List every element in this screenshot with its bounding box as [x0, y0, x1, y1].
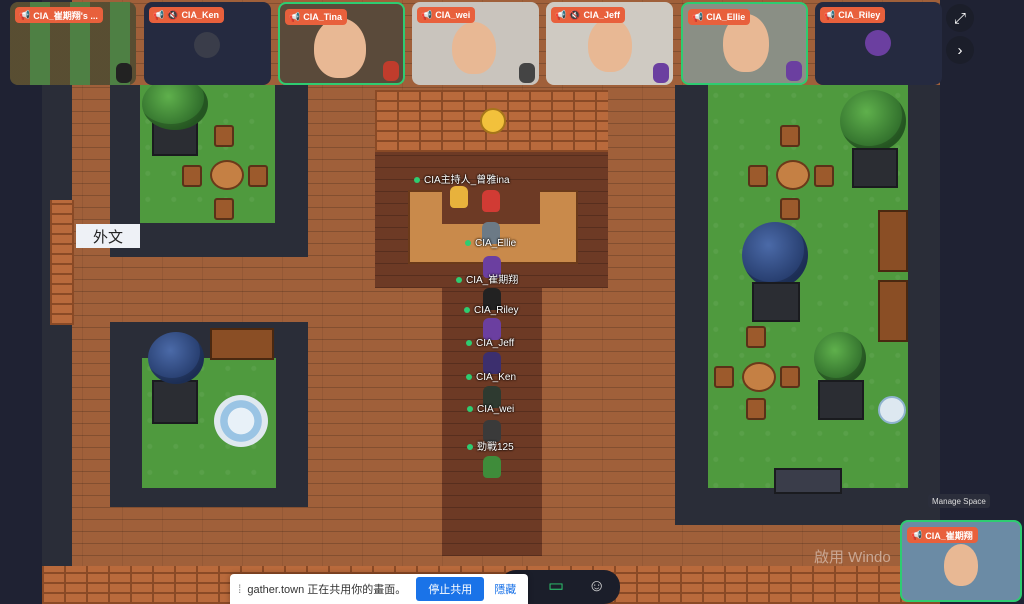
avatar[interactable] — [483, 318, 501, 340]
participant-tile[interactable]: 📢 CIA_Riley — [815, 2, 942, 85]
avatar — [865, 30, 891, 56]
participant-name-tag: 📢 CIA_崔期翔's ... — [15, 7, 103, 23]
participant-name-tag: 📢 CIA_Ellie — [688, 9, 751, 25]
avatar — [383, 61, 399, 81]
chair — [248, 165, 268, 187]
avatar[interactable] — [483, 352, 501, 374]
avatar — [519, 63, 535, 83]
megaphone-icon: 📢 — [824, 9, 836, 20]
tree — [148, 332, 204, 384]
megaphone-icon: 📢 — [421, 9, 433, 20]
avatar — [653, 63, 669, 83]
windows-watermark: 啟用 Windo — [814, 549, 891, 566]
avatar-label: 勁戰125 — [467, 438, 514, 453]
chair — [780, 125, 800, 147]
participant-tile[interactable]: 📢 CIA_Ellie — [681, 2, 808, 85]
participant-name-tag: 📢 CIA_wei — [417, 7, 476, 23]
chair — [214, 198, 234, 220]
tree — [742, 222, 808, 288]
avatar[interactable] — [482, 190, 500, 212]
manage-space-tooltip[interactable]: Manage Space — [928, 494, 990, 508]
chevron-right-icon[interactable]: › — [946, 36, 974, 64]
mic-muted-icon: 🔇 — [569, 9, 581, 20]
avatar-label: CIA_崔期翔 — [456, 271, 518, 286]
avatar-label: CIA_Riley — [464, 305, 518, 316]
participant-tile[interactable]: 📢 🔇 CIA_Ken — [144, 2, 271, 85]
megaphone-icon: 📢 — [289, 11, 301, 22]
fountain — [214, 395, 268, 447]
participant-name-tag: 📢 CIA_Riley — [820, 7, 886, 23]
avatar-label: CIA_Ellie — [465, 238, 516, 249]
chair — [182, 165, 202, 187]
chair — [780, 198, 800, 220]
self-avatar[interactable] — [483, 456, 501, 478]
fullscreen-icon[interactable]: ⤢ — [946, 4, 974, 32]
birdbath — [878, 396, 906, 424]
avatar-label: CIA_wei — [467, 404, 514, 415]
participant-name-tag: 📢 🔇 CIA_Ken — [149, 7, 224, 23]
megaphone-icon: 📢 — [911, 529, 923, 540]
emoji-icon[interactable]: ☺ — [588, 576, 605, 596]
planter — [152, 380, 198, 424]
park-bench — [210, 328, 274, 360]
screen-share-bar: ⁞ gather.town 正在共用你的畫面。 停止共用 隱藏 — [230, 574, 528, 604]
avatar — [116, 63, 132, 83]
mic-muted-icon: 🔇 — [167, 9, 179, 20]
planter — [752, 282, 800, 322]
planter — [818, 380, 864, 420]
avatar-label: CIA_Jeff — [466, 338, 514, 349]
chair — [746, 326, 766, 348]
stop-sharing-button[interactable]: 停止共用 — [416, 577, 485, 601]
chair — [746, 398, 766, 420]
participant-video — [588, 18, 632, 72]
self-video-tile[interactable]: 📢 CIA_崔期翔 — [900, 520, 1022, 602]
participant-video — [452, 22, 496, 74]
participant-name-tag: 📢 🔇 CIA_Jeff — [551, 7, 625, 23]
participant-tile[interactable]: 📢 🔇 CIA_Jeff — [546, 2, 673, 85]
tree — [142, 78, 208, 130]
tree — [840, 90, 906, 152]
cafe-table — [742, 362, 776, 392]
tree — [814, 332, 866, 384]
park-bench — [878, 280, 908, 342]
area-sign: 外文 — [76, 224, 140, 248]
megaphone-icon: 📢 — [692, 11, 704, 22]
hide-button[interactable]: 隱藏 — [494, 581, 516, 597]
share-bar-text: gather.town 正在共用你的畫面。 — [247, 584, 407, 596]
avatar — [194, 32, 220, 58]
chair — [714, 366, 734, 388]
planter — [852, 148, 898, 188]
map-door-left — [50, 200, 74, 325]
avatar — [786, 61, 802, 81]
megaphone-icon: 📢 — [555, 9, 567, 20]
avatar-label: CIA主持人_曾雅ina — [414, 171, 510, 186]
participant-name-tag: 📢 CIA_Tina — [285, 9, 348, 25]
participant-tile[interactable]: 📢 CIA_崔期翔's ... — [10, 2, 136, 85]
park-bench — [774, 468, 842, 494]
participant-video — [314, 18, 366, 78]
self-video — [944, 544, 978, 586]
cafe-table — [776, 160, 810, 190]
screen-share-icon[interactable]: ▭ — [548, 576, 564, 596]
megaphone-icon: 📢 — [153, 9, 165, 20]
cafe-table — [210, 160, 244, 190]
chair — [814, 165, 834, 187]
clock-icon — [480, 108, 506, 134]
chair — [748, 165, 768, 187]
avatar-label: CIA_Ken — [466, 372, 516, 383]
chair — [780, 366, 800, 388]
grip-icon[interactable]: ⁞ — [238, 582, 241, 596]
megaphone-icon: 📢 — [19, 9, 31, 20]
chair — [214, 125, 234, 147]
participant-tile[interactable]: 📢 CIA_wei — [412, 2, 539, 85]
participant-tile[interactable]: 📢 CIA_Tina — [278, 2, 405, 85]
park-bench — [878, 210, 908, 272]
avatar[interactable] — [450, 186, 468, 208]
participant-name-tag: 📢 CIA_崔期翔 — [907, 527, 978, 543]
